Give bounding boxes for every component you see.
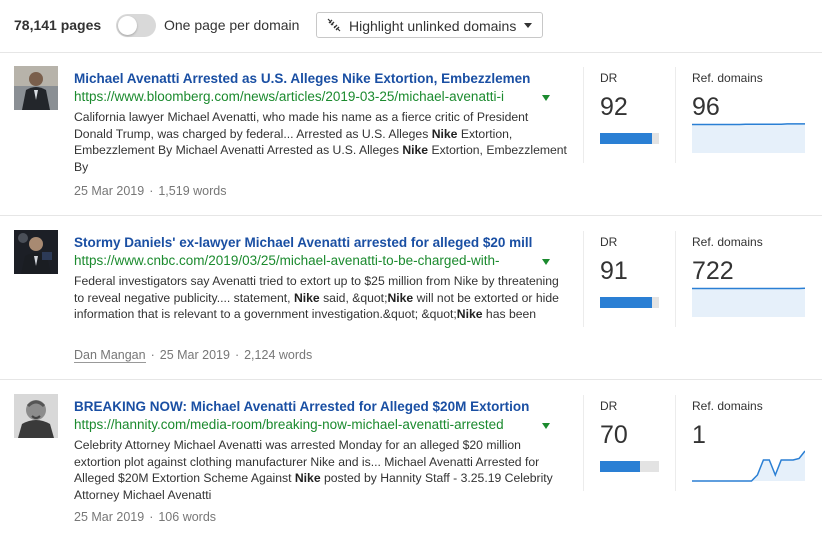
toggle-label: One page per domain	[164, 17, 300, 33]
article-thumbnail	[14, 230, 58, 274]
sparkline-area	[692, 288, 805, 317]
unlink-icon	[327, 18, 341, 32]
result-date: 25 Mar 2019	[159, 348, 230, 362]
result-row: Michael Avenatti Arrested as U.S. Allege…	[0, 53, 822, 216]
result-row: Stormy Daniels' ex-lawyer Michael Avenat…	[0, 217, 822, 380]
result-meta: 25 Mar 2019 · 1,519 words	[74, 184, 227, 198]
result-author[interactable]: Dan Mangan	[74, 348, 146, 363]
dr-bar	[600, 461, 659, 472]
one-page-per-domain-toggle[interactable]	[116, 14, 156, 37]
highlight-unlinked-domains-button[interactable]: Highlight unlinked domains	[316, 12, 543, 38]
sparkline-line	[692, 123, 805, 126]
chevron-down-icon	[524, 23, 532, 28]
ref-domains-label: Ref. domains	[692, 399, 763, 413]
dr-bar	[600, 297, 659, 308]
dr-bar-fill	[600, 133, 653, 144]
column-divider	[583, 67, 584, 163]
ref-domains-sparkline	[692, 287, 805, 317]
dr-label: DR	[600, 71, 618, 85]
column-divider	[583, 231, 584, 327]
result-date: 25 Mar 2019	[74, 184, 145, 198]
sparkline-area	[692, 123, 805, 153]
result-url-link[interactable]: https://www.bloomberg.com/news/articles/…	[74, 89, 537, 104]
result-snippet: California lawyer Michael Avenatti, who …	[74, 109, 570, 175]
result-date: 25 Mar 2019	[74, 510, 145, 524]
url-dropdown-icon[interactable]	[542, 259, 550, 265]
column-divider	[675, 231, 676, 327]
ref-domains-label: Ref. domains	[692, 235, 763, 249]
ref-domains-sparkline	[692, 450, 805, 482]
result-word-count: 1,519 words	[158, 184, 227, 198]
snippet-keyword: Nike	[431, 126, 458, 141]
dr-label: DR	[600, 399, 618, 413]
pages-count: 78,141 pages	[14, 17, 102, 33]
column-divider	[583, 395, 584, 491]
snippet-keyword: Nike	[456, 307, 483, 322]
dr-bar-fill	[600, 461, 640, 472]
snippet-text: has been	[482, 307, 537, 322]
column-divider	[675, 395, 676, 491]
result-title-link[interactable]: BREAKING NOW: Michael Avenatti Arrested …	[74, 399, 559, 414]
dr-value: 92	[600, 93, 628, 121]
result-meta: Dan Mangan · 25 Mar 2019 · 2,124 words	[74, 348, 313, 363]
snippet-keyword: Nike	[293, 290, 320, 305]
result-word-count: 106 words	[158, 510, 217, 524]
result-title-link[interactable]: Michael Avenatti Arrested as U.S. Allege…	[74, 71, 559, 86]
snippet-keyword: Nike	[294, 471, 321, 486]
ref-domains-label: Ref. domains	[692, 71, 763, 85]
result-snippet: Celebrity Attorney Michael Avenatti was …	[74, 437, 570, 503]
sparkline-area	[692, 451, 805, 481]
snippet-keyword: Nike	[387, 290, 414, 305]
ref-domains-sparkline	[692, 123, 805, 153]
result-meta: 25 Mar 2019 · 106 words	[74, 510, 217, 524]
article-thumbnail	[14, 394, 58, 438]
toggle-knob	[118, 16, 137, 35]
dr-value: 91	[600, 257, 628, 285]
result-url-link[interactable]: https://www.cnbc.com/2019/03/25/michael-…	[74, 253, 537, 268]
dr-bar	[600, 133, 659, 144]
url-dropdown-icon[interactable]	[542, 423, 550, 429]
dr-bar-fill	[600, 297, 652, 308]
article-thumbnail	[14, 66, 58, 110]
url-dropdown-icon[interactable]	[542, 95, 550, 101]
result-word-count: 2,124 words	[244, 348, 313, 362]
result-url-link[interactable]: https://hannity.com/media-room/breaking-…	[74, 417, 537, 432]
column-divider	[675, 67, 676, 163]
highlight-button-label: Highlight unlinked domains	[349, 18, 517, 34]
result-snippet: Federal investigators say Avenatti tried…	[74, 273, 570, 323]
result-row: BREAKING NOW: Michael Avenatti Arrested …	[0, 381, 822, 533]
dr-label: DR	[600, 235, 618, 249]
toolbar: 78,141 pages One page per domain Highlig…	[0, 0, 822, 53]
result-title-link[interactable]: Stormy Daniels' ex-lawyer Michael Avenat…	[74, 235, 559, 250]
dr-value: 70	[600, 421, 628, 449]
snippet-keyword: Nike	[402, 143, 429, 158]
snippet-text: said, &quot;	[319, 290, 388, 305]
